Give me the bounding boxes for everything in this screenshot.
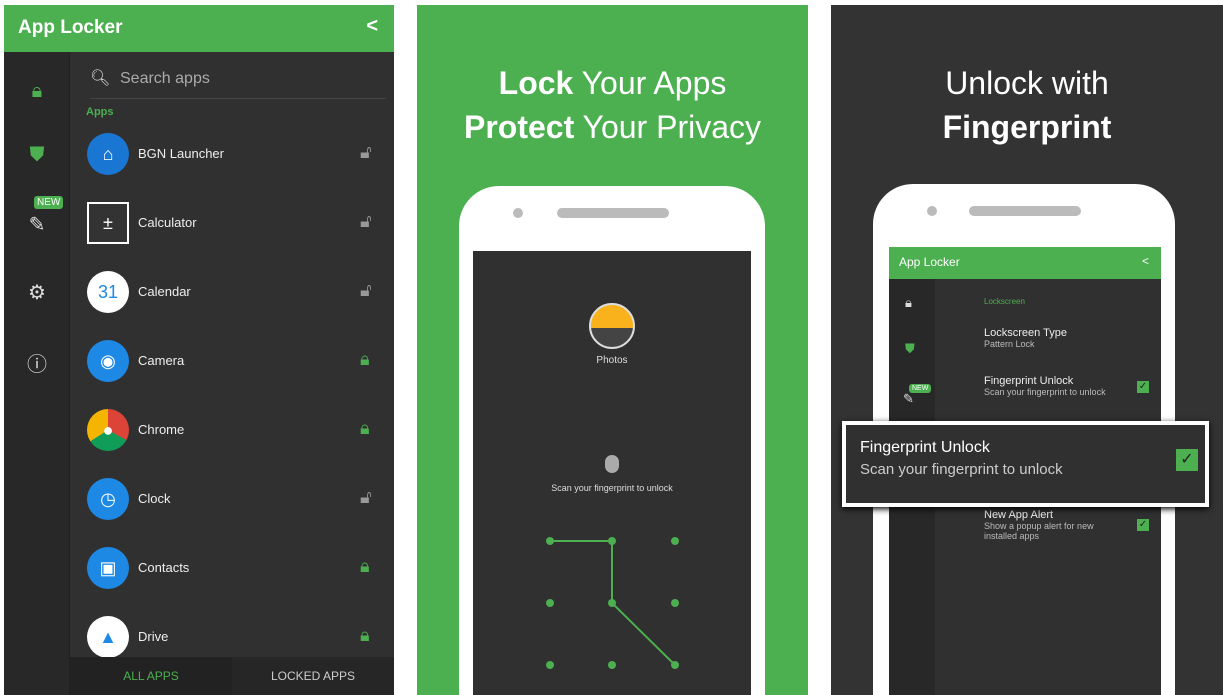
pattern-lock-grid[interactable] (473, 251, 751, 695)
setting-fingerprint-unlock[interactable]: Fingerprint Unlock Scan your fingerprint … (984, 375, 1106, 397)
app-name: Contacts (138, 560, 190, 575)
app-name: Drive (138, 629, 169, 644)
callout-checkbox[interactable]: ✓ (1176, 449, 1198, 471)
callout-title: Fingerprint Unlock (860, 439, 990, 456)
fingerprint-promo-screenshot: Unlock with Fingerprint App Locker < 🔒︎ ⛊… (831, 5, 1223, 695)
lock-icon[interactable]: 🔒︎ (905, 295, 912, 311)
app-name: Camera (138, 353, 185, 368)
tab-all-apps[interactable]: ALL APPS (70, 657, 232, 695)
pattern-dot[interactable] (671, 661, 679, 669)
callout-subtitle: Scan your fingerprint to unlock (860, 461, 1063, 478)
headline-line-1: Lock Your Apps (498, 65, 727, 101)
unlock-icon[interactable]: 🔓︎ (360, 487, 372, 508)
app-name: BGN Launcher (138, 146, 224, 161)
app-list-item[interactable]: ⌂ BGN Launcher 🔓︎ (70, 120, 394, 189)
fingerprint-callout: Fingerprint Unlock Scan your fingerprint… (842, 421, 1209, 507)
app-icon: ▲ (87, 616, 129, 658)
app-bar: App Locker < (889, 247, 1161, 279)
sidebar: 🔒︎ ⛊ NEW ✎ ⚙ ⓘ (4, 52, 70, 695)
pattern-dot[interactable] (608, 537, 616, 545)
app-icon: ◷ (87, 478, 129, 520)
app-list-item[interactable]: ● Chrome 🔒︎ (70, 396, 394, 465)
share-icon[interactable]: < (366, 15, 378, 38)
app-name: Calculator (138, 215, 197, 230)
app-bar: App Locker < (4, 5, 394, 52)
tab-locked-apps[interactable]: LOCKED APPS (232, 657, 394, 695)
new-app-alert-checkbox[interactable]: ✓ (1137, 519, 1149, 531)
app-name: Clock (138, 491, 171, 506)
setting-lockscreen-type[interactable]: Lockscreen Type Pattern Lock (984, 327, 1067, 349)
magic-wand-icon[interactable]: ✎ (903, 391, 914, 407)
pattern-dot[interactable] (546, 661, 554, 669)
lock-screen: Photos Scan your fingerprint to unlock (473, 251, 751, 695)
bottom-tabs: ALL APPS LOCKED APPS (70, 657, 394, 695)
pattern-dot[interactable] (546, 537, 554, 545)
unlock-icon[interactable]: 🔓︎ (360, 211, 372, 232)
lock-promo-screenshot: Lock Your Apps Protect Your Privacy Phot… (417, 5, 808, 695)
section-label: Apps (86, 106, 114, 118)
app-list-item[interactable]: 31 Calendar 🔓︎ (70, 258, 394, 327)
app-icon: ● (87, 409, 129, 451)
headline-line-2: Fingerprint (942, 109, 1112, 145)
search-icon: 🔍︎ (90, 70, 111, 87)
app-list-item[interactable]: ▣ Contacts 🔒︎ (70, 534, 394, 603)
lock-icon[interactable]: 🔒︎ (4, 80, 70, 103)
app-icon: ± (87, 202, 129, 244)
lock-icon[interactable]: 🔒︎ (360, 625, 370, 646)
headline-line-1: Unlock with (945, 65, 1109, 101)
headline-line-2: Protect Your Privacy (463, 109, 761, 145)
fingerprint-checkbox[interactable]: ✓ (1137, 381, 1149, 393)
lock-icon[interactable]: 🔒︎ (360, 349, 370, 370)
app-list-item[interactable]: ◷ Clock 🔓︎ (70, 465, 394, 534)
unlock-icon[interactable]: 🔓︎ (360, 280, 372, 301)
lock-icon[interactable]: 🔒︎ (360, 556, 370, 577)
gear-icon[interactable]: ⚙ (4, 280, 70, 305)
app-icon: ⌂ (87, 133, 129, 175)
phone-frame: Photos Scan your fingerprint to unlock (459, 186, 765, 695)
setting-new-app-alert[interactable]: New App Alert Show a popup alert for new … (984, 509, 1114, 541)
app-name: Chrome (138, 422, 185, 437)
pattern-dot[interactable] (671, 537, 679, 545)
shield-icon[interactable]: ⛊ (4, 144, 70, 167)
pattern-dot[interactable] (546, 599, 554, 607)
shield-icon[interactable]: ⛊ (905, 341, 915, 357)
search-input[interactable]: 🔍︎ Search apps (90, 63, 386, 99)
section-label: Lockscreen (984, 297, 1025, 306)
pattern-dot[interactable] (608, 599, 616, 607)
app-icon: ▣ (87, 547, 129, 589)
app-icon: 31 (87, 271, 129, 313)
app-list-screenshot: App Locker < 🔒︎ ⛊ NEW ✎ ⚙ ⓘ 🔍︎ Search app… (4, 5, 394, 695)
app-list-item[interactable]: ◉ Camera 🔒︎ (70, 327, 394, 396)
app-title: App Locker (18, 17, 123, 38)
app-name: Calendar (138, 284, 191, 299)
pattern-dot[interactable] (608, 661, 616, 669)
share-icon[interactable]: < (1142, 254, 1149, 268)
lock-icon[interactable]: 🔒︎ (360, 418, 370, 439)
app-list-item[interactable]: ± Calculator 🔓︎ (70, 189, 394, 258)
unlock-icon[interactable]: 🔓︎ (360, 142, 372, 163)
app-icon: ◉ (87, 340, 129, 382)
info-icon[interactable]: ⓘ (4, 348, 70, 377)
magic-wand-icon[interactable]: ✎ (4, 212, 70, 237)
pattern-dot[interactable] (671, 599, 679, 607)
new-badge: NEW (34, 196, 64, 209)
